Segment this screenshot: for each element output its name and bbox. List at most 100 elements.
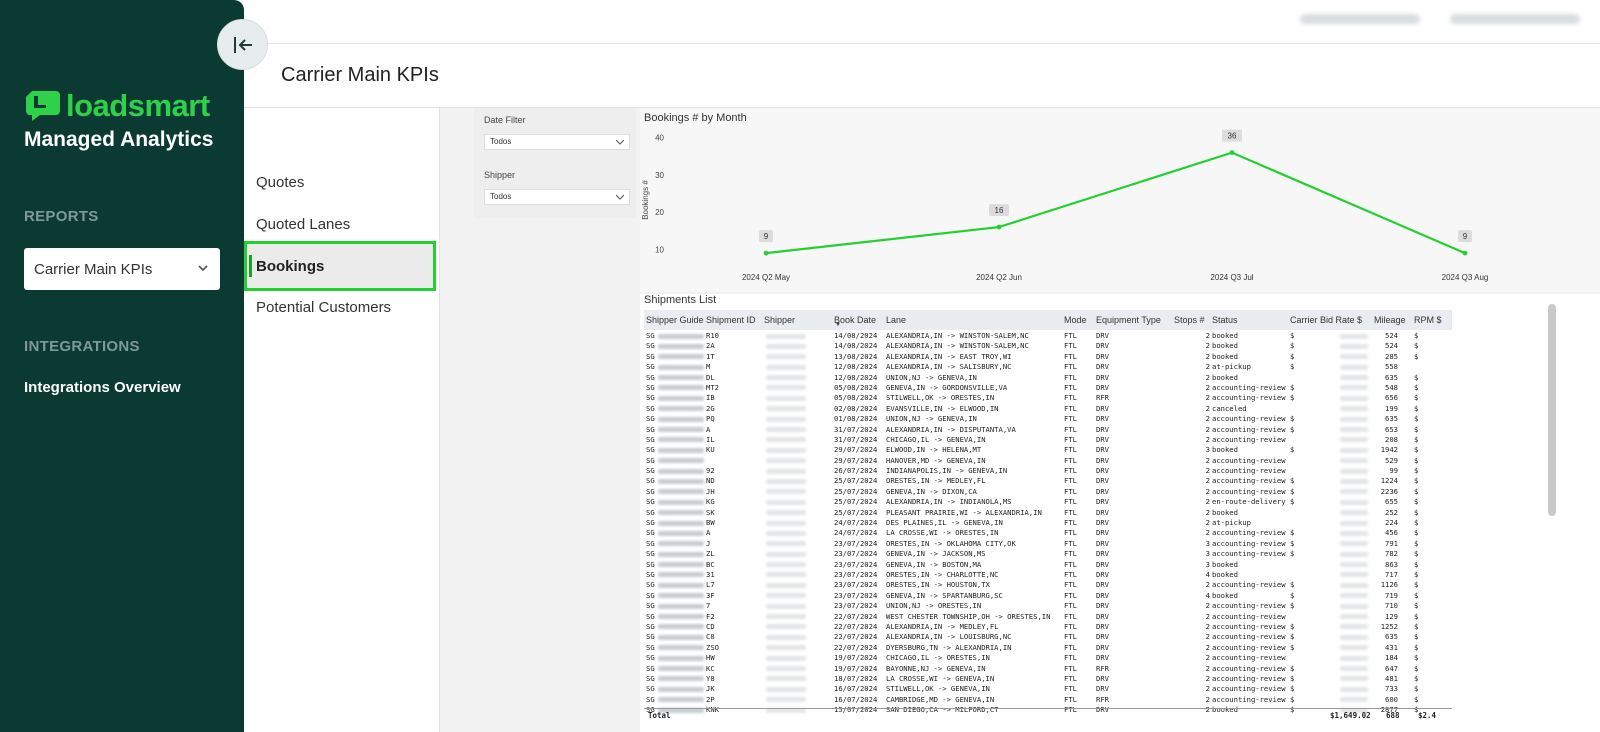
shipper-filter-dropdown[interactable]: Todos: [484, 189, 630, 205]
table-row[interactable]: SG BC 23/07/2024 GENEVA,IN -> BOSTON,MA FTL D…: [644, 560, 1452, 570]
nav-item-potential-customers[interactable]: Potential Customers: [256, 299, 391, 316]
table-row[interactable]: SG 29/07/2024 HANOVER,MD -> GENEVA,IN FTL DR…: [644, 456, 1452, 466]
column-header[interactable]: Shipper: [764, 315, 795, 325]
table-row[interactable]: SG L7 23/07/2024 ORESTES,IN -> HOUSTON,TX FT…: [644, 580, 1452, 590]
page-title: Carrier Main KPIs: [281, 64, 439, 86]
cell: FTL: [1064, 684, 1077, 694]
report-select[interactable]: Carrier Main KPIs: [24, 248, 220, 290]
nav-item-quotes[interactable]: Quotes: [256, 174, 304, 191]
table-row[interactable]: SG BW 24/07/2024 DES PLAINES,IL -> GENEVA,I…: [644, 518, 1452, 528]
cell: $: [1290, 382, 1295, 392]
table-row[interactable]: SG 2A 14/08/2024 ALEXANDRIA,IN -> WINSTON-S…: [644, 341, 1452, 351]
table-row[interactable]: SG 3F 23/07/2024 GENEVA,IN -> SPARTANBURG,S…: [644, 591, 1452, 601]
table-row[interactable]: SG J 23/07/2024 ORESTES,IN -> OKLAHOMA CITY…: [644, 539, 1452, 549]
column-header[interactable]: Mileage: [1374, 315, 1406, 325]
table-row[interactable]: SG KC 19/07/2024 BAYONNE,NJ -> GENEVA,IN FTL…: [644, 664, 1452, 674]
table-row[interactable]: SG MT2 05/08/2024 GENEVA,IN -> GORDONSVILLE…: [644, 383, 1452, 393]
table-row[interactable]: SG ND 25/07/2024 ORESTES,IN -> MEDLEY,FL FTL…: [644, 476, 1452, 486]
cell: SG: [646, 382, 655, 392]
cell: ALEXANDRIA,IN -> MEDLEY,FL: [886, 621, 999, 631]
redacted-value: [658, 341, 704, 351]
redacted-value: [1340, 632, 1368, 642]
cell: 3: [1205, 549, 1210, 559]
cell: $: [1414, 466, 1419, 476]
column-header[interactable]: Status: [1212, 315, 1238, 325]
nav-item-bookings[interactable]: Bookings: [244, 241, 436, 291]
table-row[interactable]: SG 31 23/07/2024 ORESTES,IN -> CHARLOTTE,NC…: [644, 570, 1452, 580]
redacted-value: [1340, 539, 1368, 549]
redacted-value: [1340, 684, 1368, 694]
column-header[interactable]: Equipment Type: [1096, 315, 1161, 325]
cell: 285: [1385, 351, 1398, 361]
table-row[interactable]: SG JH 25/07/2024 GENEVA,IN -> DIXON,CA FTL DR…: [644, 487, 1452, 497]
cell: $: [1414, 621, 1419, 631]
table-totals-row: Total $1,649.02 688 $2.4: [644, 708, 1452, 720]
table-row[interactable]: SG KU 29/07/2024 ELWOOD,IN -> HELENA,MT FTL D…: [644, 445, 1452, 455]
cell: ZL: [706, 549, 715, 559]
column-header[interactable]: Carrier Bid Rate $: [1290, 315, 1362, 325]
table-row[interactable]: SG 1T 13/08/2024 ALEXANDRIA,IN -> EAST TROY…: [644, 352, 1452, 362]
cell: DRV: [1096, 528, 1109, 538]
integrations-overview-link[interactable]: Integrations Overview: [24, 379, 181, 396]
user-email-redacted[interactable]: [1450, 14, 1580, 24]
table-row[interactable]: SG M 12/08/2024 ALEXANDRIA,IN -> SALISBURY,…: [644, 362, 1452, 372]
table-row[interactable]: SG A 24/07/2024 LA CROSSE,WI -> ORESTES,IN F…: [644, 528, 1452, 538]
table-row[interactable]: SG IL 31/07/2024 CHICAGO,IL -> GENEVA,IN FTL…: [644, 435, 1452, 445]
cell: $: [1414, 642, 1419, 652]
date-filter-dropdown[interactable]: Todos: [484, 134, 630, 150]
table-row[interactable]: SG Y8 18/07/2024 LA CROSSE,WI -> GENEVA,IN F…: [644, 674, 1452, 684]
redacted-value: [766, 632, 806, 642]
cell: DRV: [1096, 424, 1109, 434]
column-header[interactable]: Lane: [886, 315, 906, 325]
cell: SG: [646, 351, 655, 361]
table-row[interactable]: SG ZL 23/07/2024 GENEVA,IN -> JACKSON,MS FTL…: [644, 549, 1452, 559]
cell: 600: [1385, 694, 1398, 704]
column-header[interactable]: RPM $: [1414, 315, 1442, 325]
table-row[interactable]: SG CD 22/07/2024 ALEXANDRIA,IN -> MEDLEY,FL…: [644, 622, 1452, 632]
table-row[interactable]: SG JK 16/07/2024 STILWELL,OK -> GENEVA,IN FT…: [644, 684, 1452, 694]
nav-item-quoted-lanes[interactable]: Quoted Lanes: [256, 216, 350, 233]
cell: 1252: [1380, 621, 1398, 631]
table-row[interactable]: SG SK 25/07/2024 PLEASANT PRAIRIE,WI -> ALE…: [644, 508, 1452, 518]
table-title: Shipments List: [644, 294, 717, 306]
table-row[interactable]: SG A 31/07/2024 ALEXANDRIA,IN -> DISPUTANTA…: [644, 425, 1452, 435]
redacted-value: [766, 362, 806, 372]
cell: DRV: [1096, 403, 1109, 413]
cell: canceled: [1212, 403, 1247, 413]
redacted-value: [766, 560, 806, 570]
collapse-sidebar-button[interactable]: [217, 19, 268, 70]
table-scrollbar[interactable]: [1548, 304, 1556, 516]
cell: 199: [1385, 403, 1398, 413]
cell: A: [706, 424, 711, 434]
table-row[interactable]: SG ZSO 22/07/2024 DYERSBURG,TN -> ALEXANDRI…: [644, 643, 1452, 653]
cell: accounting-review: [1212, 538, 1286, 548]
cell: DRV: [1096, 518, 1109, 528]
cell: DRV: [1096, 341, 1109, 351]
cell: 184: [1385, 653, 1398, 663]
cell: DRV: [1096, 372, 1109, 382]
table-row[interactable]: SG F2 22/07/2024 WEST CHESTER TOWNSHIP,OH -…: [644, 612, 1452, 622]
cell: 2: [1205, 684, 1210, 694]
redacted-value: [766, 518, 806, 528]
table-row[interactable]: SG 2P 16/07/2024 CAMBRIDGE,MD -> GENEVA,IN F…: [644, 695, 1452, 705]
table-row[interactable]: SG KG 25/07/2024 ALEXANDRIA,IN -> INDIANOLA…: [644, 497, 1452, 507]
data-label: 16: [995, 206, 1004, 215]
redacted-value: [766, 373, 806, 383]
column-header[interactable]: Mode: [1064, 315, 1087, 325]
column-header[interactable]: Shipper Guide Shipment ID: [646, 315, 756, 325]
table-row[interactable]: SG 92 26/07/2024 INDIANAPOLIS,IN -> GENEVA,…: [644, 466, 1452, 476]
table-row[interactable]: SG DL 12/08/2024 UNION,NJ -> GENEVA,IN FTL DR…: [644, 373, 1452, 383]
cell: 12/08/2024: [834, 372, 878, 382]
cell: LA CROSSE,WI -> GENEVA,IN: [886, 673, 995, 683]
table-row[interactable]: SG C8 22/07/2024 ALEXANDRIA,IN -> LOUISBURG…: [644, 632, 1452, 642]
redacted-value: [766, 404, 806, 414]
table-row[interactable]: SG IB 05/08/2024 STILWELL,OK -> ORESTES,IN F…: [644, 393, 1452, 403]
redacted-value: [766, 539, 806, 549]
table-row[interactable]: SG 2G 02/08/2024 EVANSVILLE,IN -> ELWOOD,IN…: [644, 404, 1452, 414]
table-row[interactable]: SG HW 19/07/2024 CHICAGO,IL -> ORESTES,IN FT…: [644, 653, 1452, 663]
table-row[interactable]: SG R10 14/08/2024 ALEXANDRIA,IN -> WINSTON-…: [644, 331, 1452, 341]
table-row[interactable]: SG PQ 01/08/2024 UNION,NJ -> GENEVA,IN FTL DR…: [644, 414, 1452, 424]
column-header[interactable]: Stops #: [1174, 315, 1205, 325]
table-row[interactable]: SG 7 23/07/2024 UNION,NJ -> ORESTES,IN FTL DR…: [644, 601, 1452, 611]
cell: FTL: [1064, 486, 1077, 496]
